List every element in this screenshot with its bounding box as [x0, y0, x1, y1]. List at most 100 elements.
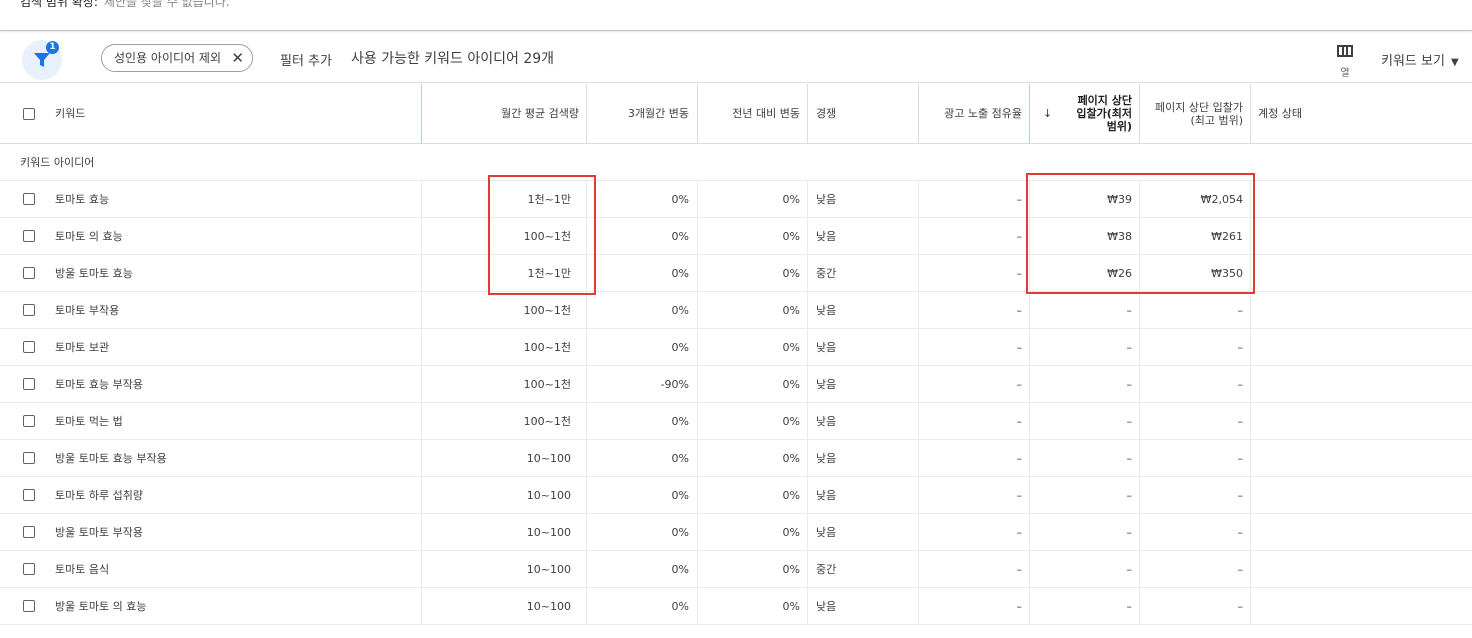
- columns-button[interactable]: 열: [1335, 42, 1355, 79]
- impression-share-cell: –: [1016, 303, 1023, 317]
- keyword-cell: 토마토 먹는 법: [55, 415, 123, 428]
- row-checkbox[interactable]: [23, 514, 35, 550]
- sort-down-icon[interactable]: ↓: [1043, 84, 1052, 143]
- header-bid-low-line3: 범위): [1106, 120, 1132, 133]
- three-month-change-cell: 0%: [671, 488, 689, 502]
- table-row: 토마토 보관 100~1천 0% 0% 낮음 – – –: [0, 329, 1472, 366]
- impression-share-cell: –: [1016, 488, 1023, 502]
- three-month-change-cell: 0%: [671, 229, 689, 243]
- row-checkbox[interactable]: [23, 218, 35, 254]
- adult-filter-chip[interactable]: 성인용 아이디어 제외 ✕: [101, 44, 253, 72]
- keyword-cell: 방울 토마토 부작용: [55, 526, 143, 539]
- table-row: 방울 토마토 부작용 10~100 0% 0% 낮음 – – –: [0, 514, 1472, 551]
- impression-share-cell: –: [1016, 562, 1023, 576]
- keyword-cell: 방울 토마토 의 효능: [55, 600, 147, 613]
- header-bid-low[interactable]: 페이지 상단 입찰가(최저 범위): [1060, 84, 1132, 143]
- row-checkbox[interactable]: [23, 366, 35, 402]
- bid-low-cell: –: [1126, 414, 1133, 428]
- yoy-change-cell: 0%: [782, 266, 800, 280]
- keyword-cell: 토마토 부작용: [55, 304, 120, 317]
- columns-label: 열: [1340, 68, 1350, 79]
- header-three-month-change[interactable]: 3개월간 변동: [586, 84, 689, 143]
- competition-cell: 낮음: [816, 452, 837, 465]
- yoy-change-cell: 0%: [782, 192, 800, 206]
- monthly-searches-cell: 1천~1만: [527, 267, 571, 280]
- three-month-change-cell: 0%: [671, 562, 689, 576]
- impression-share-cell: –: [1016, 340, 1023, 354]
- row-checkbox[interactable]: [23, 440, 35, 476]
- keyword-view-dropdown[interactable]: 키워드 보기 ▼: [1381, 50, 1459, 69]
- header-monthly-searches[interactable]: 월간 평균 검색량: [421, 84, 579, 143]
- yoy-change-cell: 0%: [782, 340, 800, 354]
- row-checkbox[interactable]: [23, 477, 35, 513]
- monthly-searches-cell: 10~100: [526, 599, 571, 613]
- table-row: 토마토 하루 섭취량 10~100 0% 0% 낮음 – – –: [0, 477, 1472, 514]
- table-row: 방울 토마토 효능 1천~1만 0% 0% 중간 – ₩26 ₩350: [0, 255, 1472, 292]
- yoy-change-cell: 0%: [782, 377, 800, 391]
- monthly-searches-cell: 100~1천: [523, 378, 571, 391]
- chevron-down-icon: ▼: [1450, 57, 1459, 68]
- bid-low-cell: –: [1126, 525, 1133, 539]
- header-bid-low-line2: 입찰가(최저: [1076, 107, 1132, 120]
- impression-share-cell: –: [1016, 229, 1023, 243]
- header-bid-high-line2: (최고 범위): [1190, 113, 1243, 127]
- competition-cell: 낮음: [816, 600, 837, 613]
- row-checkbox[interactable]: [23, 588, 35, 624]
- header-account-status[interactable]: 계정 상태: [1258, 84, 1302, 143]
- group-label: 키워드 아이디어: [20, 156, 95, 169]
- header-bid-high-line1: 페이지 상단 입찰가: [1155, 100, 1243, 114]
- row-checkbox[interactable]: [23, 292, 35, 328]
- monthly-searches-cell: 10~100: [526, 451, 571, 465]
- monthly-searches-cell: 100~1천: [523, 341, 571, 354]
- competition-cell: 낮음: [816, 526, 837, 539]
- close-icon[interactable]: ✕: [231, 45, 244, 71]
- impression-share-cell: –: [1016, 525, 1023, 539]
- select-all-checkbox[interactable]: [23, 84, 35, 143]
- search-expansion-label: 검색 범위 확장:: [20, 0, 98, 9]
- header-bid-high[interactable]: 페이지 상단 입찰가 (최고 범위): [1140, 84, 1243, 143]
- add-filter-button[interactable]: 필터 추가: [280, 50, 332, 69]
- bid-low-cell: ₩26: [1107, 266, 1132, 280]
- row-checkbox[interactable]: [23, 329, 35, 365]
- header-keyword[interactable]: 키워드: [55, 84, 85, 143]
- keyword-cell: 토마토 효능: [55, 193, 110, 206]
- keyword-cell: 토마토 보관: [55, 341, 110, 354]
- three-month-change-cell: 0%: [671, 525, 689, 539]
- keyword-cell: 방울 토마토 효능 부작용: [55, 452, 167, 465]
- bid-low-cell: –: [1126, 377, 1133, 391]
- bid-low-cell: –: [1126, 488, 1133, 502]
- competition-cell: 낮음: [816, 341, 837, 354]
- keyword-view-label: 키워드 보기: [1381, 54, 1445, 69]
- yoy-change-cell: 0%: [782, 451, 800, 465]
- competition-cell: 낮음: [816, 378, 837, 391]
- keyword-cell: 토마토 음식: [55, 563, 110, 576]
- three-month-change-cell: 0%: [671, 192, 689, 206]
- header-impression-share[interactable]: 광고 노출 점유율: [918, 84, 1022, 143]
- table-header-row: 키워드 월간 평균 검색량 3개월간 변동 전년 대비 변동 경쟁 광고 노출 …: [0, 84, 1472, 144]
- bid-high-cell: –: [1237, 340, 1244, 354]
- yoy-change-cell: 0%: [782, 303, 800, 317]
- table-row: 토마토 부작용 100~1천 0% 0% 낮음 – – –: [0, 292, 1472, 329]
- three-month-change-cell: 0%: [671, 266, 689, 280]
- keyword-cell: 토마토 의 효능: [55, 230, 123, 243]
- impression-share-cell: –: [1016, 599, 1023, 613]
- bid-high-cell: –: [1237, 451, 1244, 465]
- header-yoy-change[interactable]: 전년 대비 변동: [697, 84, 800, 143]
- keyword-cell: 토마토 하루 섭취량: [55, 489, 143, 502]
- row-checkbox[interactable]: [23, 551, 35, 587]
- row-checkbox[interactable]: [23, 403, 35, 439]
- competition-cell: 낮음: [816, 415, 837, 428]
- keyword-table: 키워드 월간 평균 검색량 3개월간 변동 전년 대비 변동 경쟁 광고 노출 …: [0, 84, 1472, 625]
- impression-share-cell: –: [1016, 414, 1023, 428]
- search-expansion-value: 제안을 찾을 수 없습니다.: [103, 0, 230, 9]
- row-checkbox[interactable]: [23, 181, 35, 217]
- yoy-change-cell: 0%: [782, 525, 800, 539]
- columns-icon: [1337, 45, 1353, 57]
- bid-high-cell: ₩350: [1211, 266, 1243, 280]
- yoy-change-cell: 0%: [782, 229, 800, 243]
- keyword-cell: 방울 토마토 효능: [55, 267, 133, 280]
- row-checkbox[interactable]: [23, 255, 35, 291]
- header-competition[interactable]: 경쟁: [816, 84, 836, 143]
- competition-cell: 낮음: [816, 230, 837, 243]
- keyword-count-text: 사용 가능한 키워드 아이디어 29개: [351, 51, 555, 67]
